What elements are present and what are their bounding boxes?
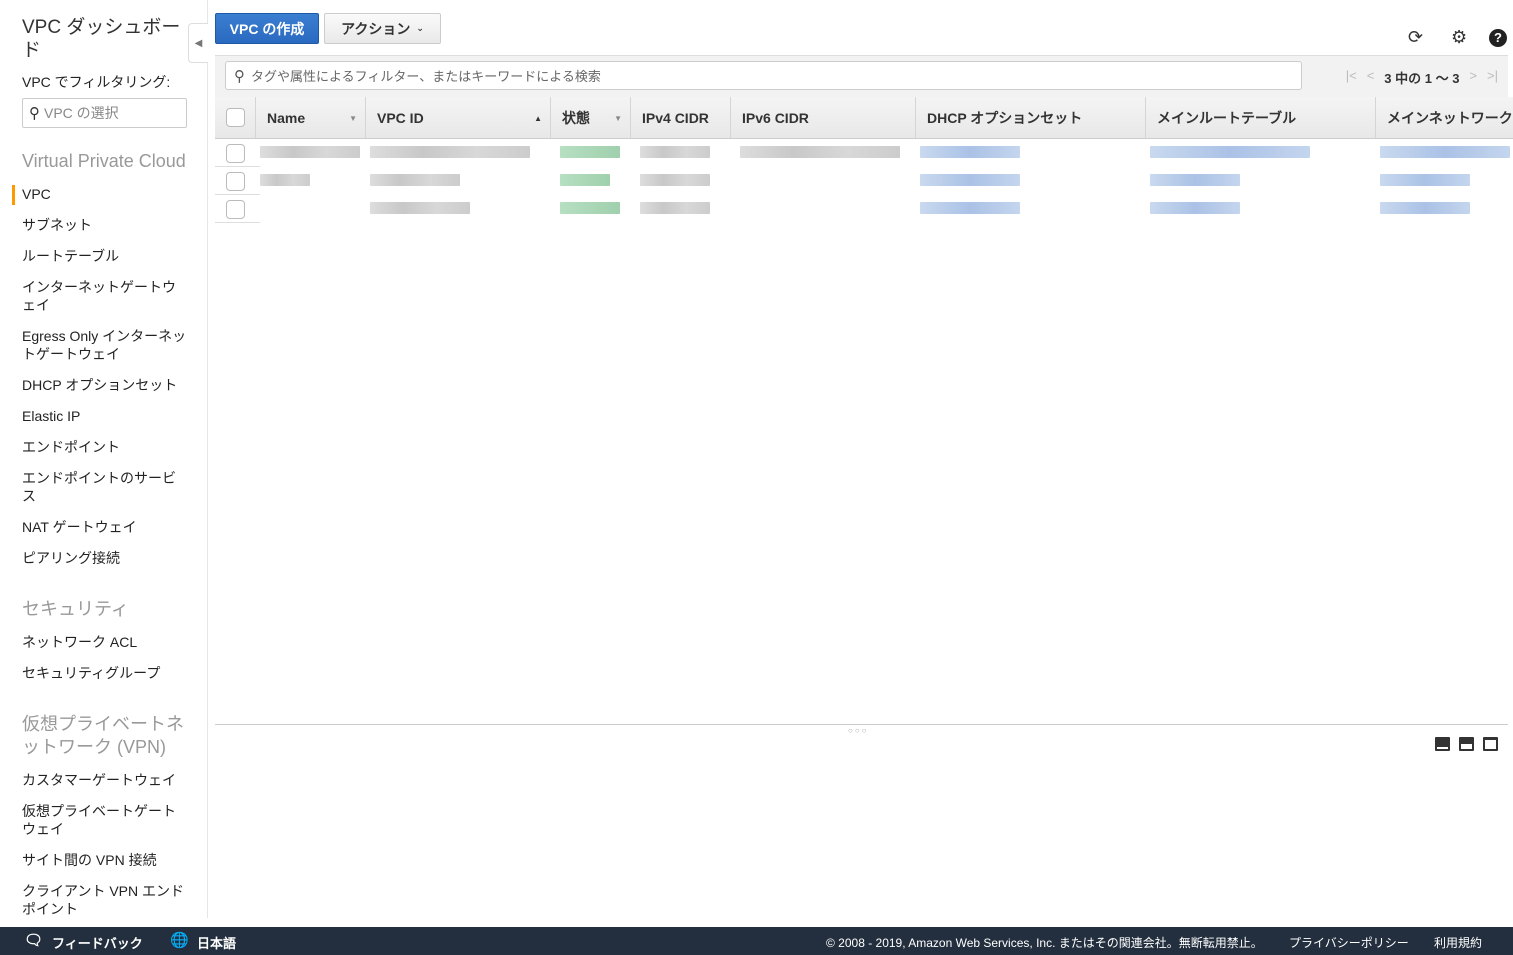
redacted-cell: [370, 202, 470, 214]
sidebar-section-heading: 仮想プライベートネットワーク (VPN): [22, 714, 184, 757]
redacted-cell: [640, 146, 710, 158]
pagination: |< < 3 中の 1 〜 3 > >|: [1346, 68, 1498, 87]
gear-icon[interactable]: ⚙: [1451, 27, 1467, 48]
layout-full-icon[interactable]: [1483, 737, 1498, 751]
filter-bar: ⚲ タグや属性によるフィルター、またはキーワードによる検索 |< < 3 中の 1…: [215, 55, 1508, 97]
create-vpc-button[interactable]: VPC の作成: [215, 13, 319, 44]
col-state[interactable]: 状態 ▼: [550, 97, 630, 138]
sidebar-item[interactable]: セキュリティグループ: [22, 658, 187, 689]
filter-placeholder: タグや属性によるフィルター、またはキーワードによる検索: [251, 69, 601, 84]
sort-asc-icon: ▲: [534, 113, 542, 123]
sidebar-item[interactable]: DHCP オプションセット: [22, 370, 187, 401]
footer: 🗨 フィードバック 🌐 日本語 © 2008 - 2019, Amazon We…: [0, 927, 1513, 955]
redacted-cell: [370, 174, 460, 186]
sidebar-item[interactable]: 仮想プライベートゲートウェイ: [22, 796, 187, 845]
select-all-checkbox[interactable]: [226, 108, 245, 127]
sidebar-item[interactable]: Elastic IP: [22, 401, 187, 432]
sidebar-item[interactable]: ピアリング接続: [22, 543, 187, 574]
sidebar-item[interactable]: クライアント VPN エンドポイント: [22, 876, 187, 925]
sort-icon: ▼: [349, 113, 357, 123]
vpc-select-placeholder: VPC の選択: [44, 105, 119, 121]
redacted-cell: [560, 146, 620, 158]
col-main-route-table[interactable]: メインルートテーブル: [1145, 97, 1375, 138]
sidebar-item[interactable]: NAT ゲートウェイ: [22, 512, 187, 543]
sidebar: VPC ダッシュボード VPC でフィルタリング: ⚲ VPC の選択 Virtu…: [0, 0, 208, 918]
sidebar-item[interactable]: VPC: [12, 179, 187, 210]
redacted-cell: [370, 146, 530, 158]
redacted-cell: [1380, 146, 1510, 158]
filter-label: VPC でフィルタリング:: [22, 74, 171, 90]
actions-dropdown[interactable]: アクション ⌄: [324, 13, 441, 44]
col-dhcp[interactable]: DHCP オプションセット: [915, 97, 1145, 138]
refresh-icon[interactable]: ⟳: [1408, 27, 1423, 48]
speech-bubble-icon: 🗨: [24, 932, 44, 949]
row-checkbox[interactable]: [226, 200, 245, 219]
table-header: Name ▼ VPC ID ▲ 状態 ▼ IPv4 CIDR IPv6 CIDR DH…: [215, 97, 1513, 139]
sidebar-section-heading: セキュリティ: [22, 599, 129, 619]
language-selector[interactable]: 日本語: [197, 933, 236, 952]
terms-link[interactable]: 利用規約: [1434, 934, 1482, 951]
redacted-cell: [1380, 174, 1470, 186]
sidebar-item[interactable]: サイト間の VPN 接続: [22, 845, 187, 876]
redacted-cell: [640, 202, 710, 214]
redacted-cell: [640, 174, 710, 186]
chevron-down-icon: ⌄: [416, 23, 424, 33]
redacted-cell: [920, 174, 1020, 186]
redacted-cell: [920, 202, 1020, 214]
search-icon: ⚲: [234, 67, 245, 85]
redacted-cell: [260, 146, 360, 158]
collapse-sidebar-button[interactable]: ◀: [188, 23, 208, 63]
col-main-nacl[interactable]: メインネットワーク ACL: [1375, 97, 1513, 138]
col-name[interactable]: Name ▼: [255, 97, 365, 138]
sidebar-item[interactable]: サブネット: [22, 210, 187, 241]
row-checkbox[interactable]: [226, 144, 245, 163]
sidebar-item[interactable]: Egress Only インターネットゲートウェイ: [22, 321, 187, 370]
redacted-cell: [1380, 202, 1470, 214]
sidebar-item[interactable]: エンドポイント: [22, 432, 187, 463]
redacted-cell: [560, 174, 610, 186]
layout-bottom-icon[interactable]: [1435, 737, 1450, 751]
last-page-icon[interactable]: >|: [1487, 68, 1498, 87]
redacted-cell: [260, 174, 310, 186]
redacted-cell: [920, 146, 1020, 158]
vpc-select-input[interactable]: ⚲ VPC の選択: [22, 98, 187, 128]
feedback-link[interactable]: フィードバック: [52, 933, 143, 952]
redacted-cell: [1150, 202, 1240, 214]
layout-half-icon[interactable]: [1459, 737, 1474, 751]
row-checkbox[interactable]: [226, 172, 245, 191]
table-row[interactable]: [215, 139, 1513, 167]
sidebar-section-heading: Virtual Private Cloud: [22, 151, 186, 171]
col-vpc-id[interactable]: VPC ID ▲: [365, 97, 550, 138]
sidebar-item[interactable]: ルートテーブル: [22, 241, 187, 272]
help-icon[interactable]: ?: [1489, 29, 1507, 47]
filter-search-input[interactable]: ⚲ タグや属性によるフィルター、またはキーワードによる検索: [225, 61, 1302, 90]
redacted-cell: [740, 146, 900, 158]
table-row[interactable]: [215, 167, 1513, 195]
next-page-icon[interactable]: >: [1469, 68, 1477, 87]
prev-page-icon[interactable]: <: [1367, 68, 1375, 87]
actions-label: アクション: [341, 20, 411, 37]
redacted-cell: [560, 202, 620, 214]
page-range: 3 中の 1 〜 3: [1384, 71, 1460, 86]
dashboard-link[interactable]: VPC ダッシュボード: [22, 16, 182, 62]
search-icon: ⚲: [29, 105, 40, 122]
col-ipv4-cidr[interactable]: IPv4 CIDR: [630, 97, 730, 138]
sidebar-item[interactable]: インターネットゲートウェイ: [22, 272, 187, 321]
row-divider: [215, 222, 260, 223]
sort-icon: ▼: [614, 113, 622, 123]
globe-icon: 🌐: [170, 932, 189, 949]
sidebar-item[interactable]: カスタマーゲートウェイ: [22, 765, 187, 796]
resize-handle[interactable]: ○○○: [848, 726, 869, 735]
table-row[interactable]: [215, 195, 1513, 223]
sidebar-item[interactable]: ネットワーク ACL: [22, 627, 187, 658]
col-ipv6-cidr[interactable]: IPv6 CIDR: [730, 97, 915, 138]
copyright: © 2008 - 2019, Amazon Web Services, Inc.…: [826, 936, 1263, 950]
redacted-cell: [1150, 174, 1240, 186]
privacy-link[interactable]: プライバシーポリシー: [1289, 934, 1409, 951]
first-page-icon[interactable]: |<: [1346, 68, 1357, 87]
sidebar-item[interactable]: エンドポイントのサービス: [22, 463, 187, 512]
redacted-cell: [1150, 146, 1310, 158]
panel-divider[interactable]: [215, 724, 1508, 725]
